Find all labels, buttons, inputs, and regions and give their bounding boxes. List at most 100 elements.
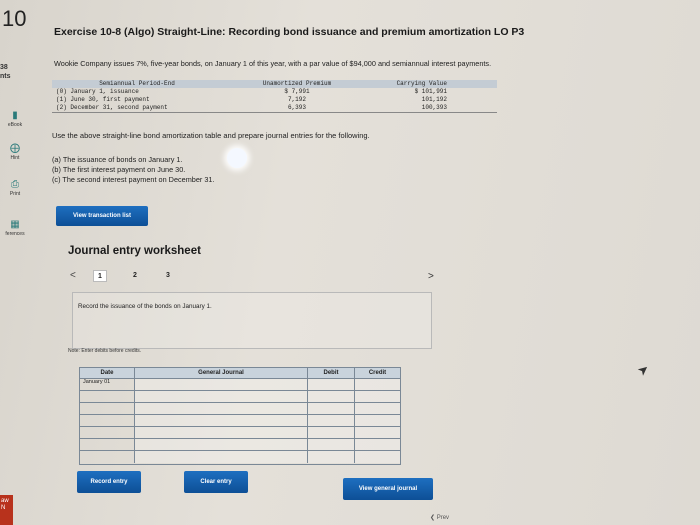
account-cell[interactable]	[135, 427, 308, 438]
period-cell: (2) December 31, second payment	[56, 104, 168, 111]
exercise-title: Exercise 10-8 (Algo) Straight-Line: Reco…	[54, 26, 525, 38]
date-cell[interactable]	[80, 439, 135, 450]
chevron-left-icon: ❮	[430, 515, 436, 521]
exercise-intro: Wookie Company issues 7%, five-year bond…	[54, 59, 492, 68]
view-transaction-list-button[interactable]: View transaction list	[56, 206, 148, 226]
credit-cell[interactable]	[355, 391, 400, 402]
entry-note: Note: Enter debits before credits.	[68, 348, 142, 354]
ebook-button[interactable]: ▮ eBook	[0, 110, 30, 128]
credit-cell[interactable]	[355, 451, 400, 463]
page-2-tab[interactable]: 2	[128, 272, 142, 279]
credit-cell[interactable]	[355, 415, 400, 426]
date-cell[interactable]: January 01	[80, 379, 135, 390]
page-3-tab[interactable]: 3	[161, 272, 175, 279]
journal-row	[80, 391, 400, 403]
debit-cell[interactable]	[308, 391, 355, 402]
print-label: Print	[9, 191, 21, 197]
journal-header: Date General Journal Debit Credit	[80, 368, 400, 379]
header-date: Date	[80, 368, 135, 378]
debit-cell[interactable]	[308, 403, 355, 414]
carrying-cell: $ 101,991	[414, 88, 447, 95]
account-cell[interactable]	[135, 451, 308, 463]
date-cell[interactable]	[80, 415, 135, 426]
credit-cell[interactable]	[355, 427, 400, 438]
next-page-icon[interactable]: >	[428, 271, 434, 282]
references-label: ferences	[5, 231, 25, 237]
premium-cell: 6,393	[287, 104, 306, 111]
journal-row	[80, 439, 400, 451]
view-general-journal-button[interactable]: View general journal	[343, 478, 433, 500]
part-b: (b) The first interest payment on June 3…	[52, 165, 186, 174]
references-icon: ▦	[10, 219, 20, 230]
date-cell[interactable]	[80, 451, 135, 463]
header-premium: Unamortized Premium	[262, 80, 332, 87]
hint-button[interactable]: ⨁ Hint	[0, 143, 30, 161]
journal-table: Date General Journal Debit Credit Januar…	[79, 367, 401, 465]
prev-link[interactable]: ❮ Prev	[430, 514, 449, 521]
debit-cell[interactable]	[308, 427, 355, 438]
header-credit: Credit	[368, 370, 387, 376]
print-button[interactable]: ⎙ Print	[0, 179, 30, 197]
date-cell[interactable]	[80, 427, 135, 438]
part-a: (a) The issuance of bonds on January 1.	[52, 155, 183, 164]
carrying-cell: 101,192	[421, 96, 447, 103]
prev-label: Prev	[436, 515, 450, 521]
cursor-highlight	[227, 148, 247, 168]
credit-cell[interactable]	[355, 379, 400, 390]
journal-row: January 01	[80, 379, 400, 391]
header-period: Semiannual Period-End	[99, 80, 175, 87]
journal-row	[80, 403, 400, 415]
page-1-tab[interactable]: 1	[93, 270, 107, 282]
worksheet-pager: < 1 2 3	[70, 270, 440, 284]
period-cell: (1) June 30, first payment	[56, 96, 150, 103]
account-cell[interactable]	[135, 403, 308, 414]
instruction-text: Use the above straight-line bond amortiz…	[52, 131, 370, 140]
prompt-text: Record the issuance of the bonds on Janu…	[78, 303, 212, 310]
ebook-label: eBook	[7, 122, 23, 128]
hint-label: Hint	[10, 155, 20, 161]
points-display: 38 nts	[0, 63, 11, 81]
side-flag[interactable]: aw N	[0, 495, 13, 525]
date-cell[interactable]	[80, 391, 135, 402]
sidebar: 38 nts ▮ eBook ⨁ Hint ⎙ Print ▦ ferences…	[0, 55, 34, 525]
credit-cell[interactable]	[355, 439, 400, 450]
parts-list: (a) The issuance of bonds on January 1. …	[52, 155, 215, 185]
mouse-pointer-icon: ➤	[634, 360, 653, 379]
prev-page-icon[interactable]: <	[70, 270, 76, 281]
header-debit: Debit	[308, 368, 355, 378]
header-general-journal: General Journal	[135, 368, 308, 378]
record-entry-button[interactable]: Record entry	[77, 471, 141, 493]
debit-cell[interactable]	[308, 451, 355, 463]
question-number: 10	[2, 6, 27, 31]
references-button[interactable]: ▦ ferences	[0, 219, 30, 237]
points-value: 38	[0, 64, 8, 71]
account-cell[interactable]	[135, 415, 308, 426]
amortization-row: (2) December 31, second payment 6,393 10…	[52, 104, 497, 112]
hint-icon: ⨁	[10, 143, 20, 154]
journal-row	[80, 427, 400, 439]
book-icon: ▮	[12, 110, 18, 121]
header-carrying: Carrying Value	[396, 80, 447, 87]
credit-cell[interactable]	[355, 403, 400, 414]
account-cell[interactable]	[135, 391, 308, 402]
premium-cell: 7,192	[287, 96, 306, 103]
debit-cell[interactable]	[308, 439, 355, 450]
part-c: (c) The second interest payment on Decem…	[52, 175, 215, 184]
print-icon: ⎙	[11, 179, 19, 190]
clear-entry-button[interactable]: Clear entry	[184, 471, 248, 493]
date-cell[interactable]	[80, 403, 135, 414]
amortization-table: Semiannual Period-End Unamortized Premiu…	[52, 80, 497, 113]
debit-cell[interactable]	[308, 379, 355, 390]
account-cell[interactable]	[135, 379, 308, 390]
prompt-box: Record the issuance of the bonds on Janu…	[72, 292, 432, 349]
period-cell: (0) January 1, issuance	[56, 88, 139, 95]
points-label: nts	[0, 73, 11, 80]
carrying-cell: 100,393	[421, 104, 447, 111]
journal-row	[80, 415, 400, 427]
worksheet-title: Journal entry worksheet	[68, 245, 201, 257]
journal-entry-worksheet: Journal entry worksheet < 1 2 3 Record t…	[52, 232, 472, 512]
amortization-header: Semiannual Period-End Unamortized Premiu…	[52, 80, 497, 88]
debit-cell[interactable]	[308, 415, 355, 426]
journal-row	[80, 451, 400, 463]
account-cell[interactable]	[135, 439, 308, 450]
